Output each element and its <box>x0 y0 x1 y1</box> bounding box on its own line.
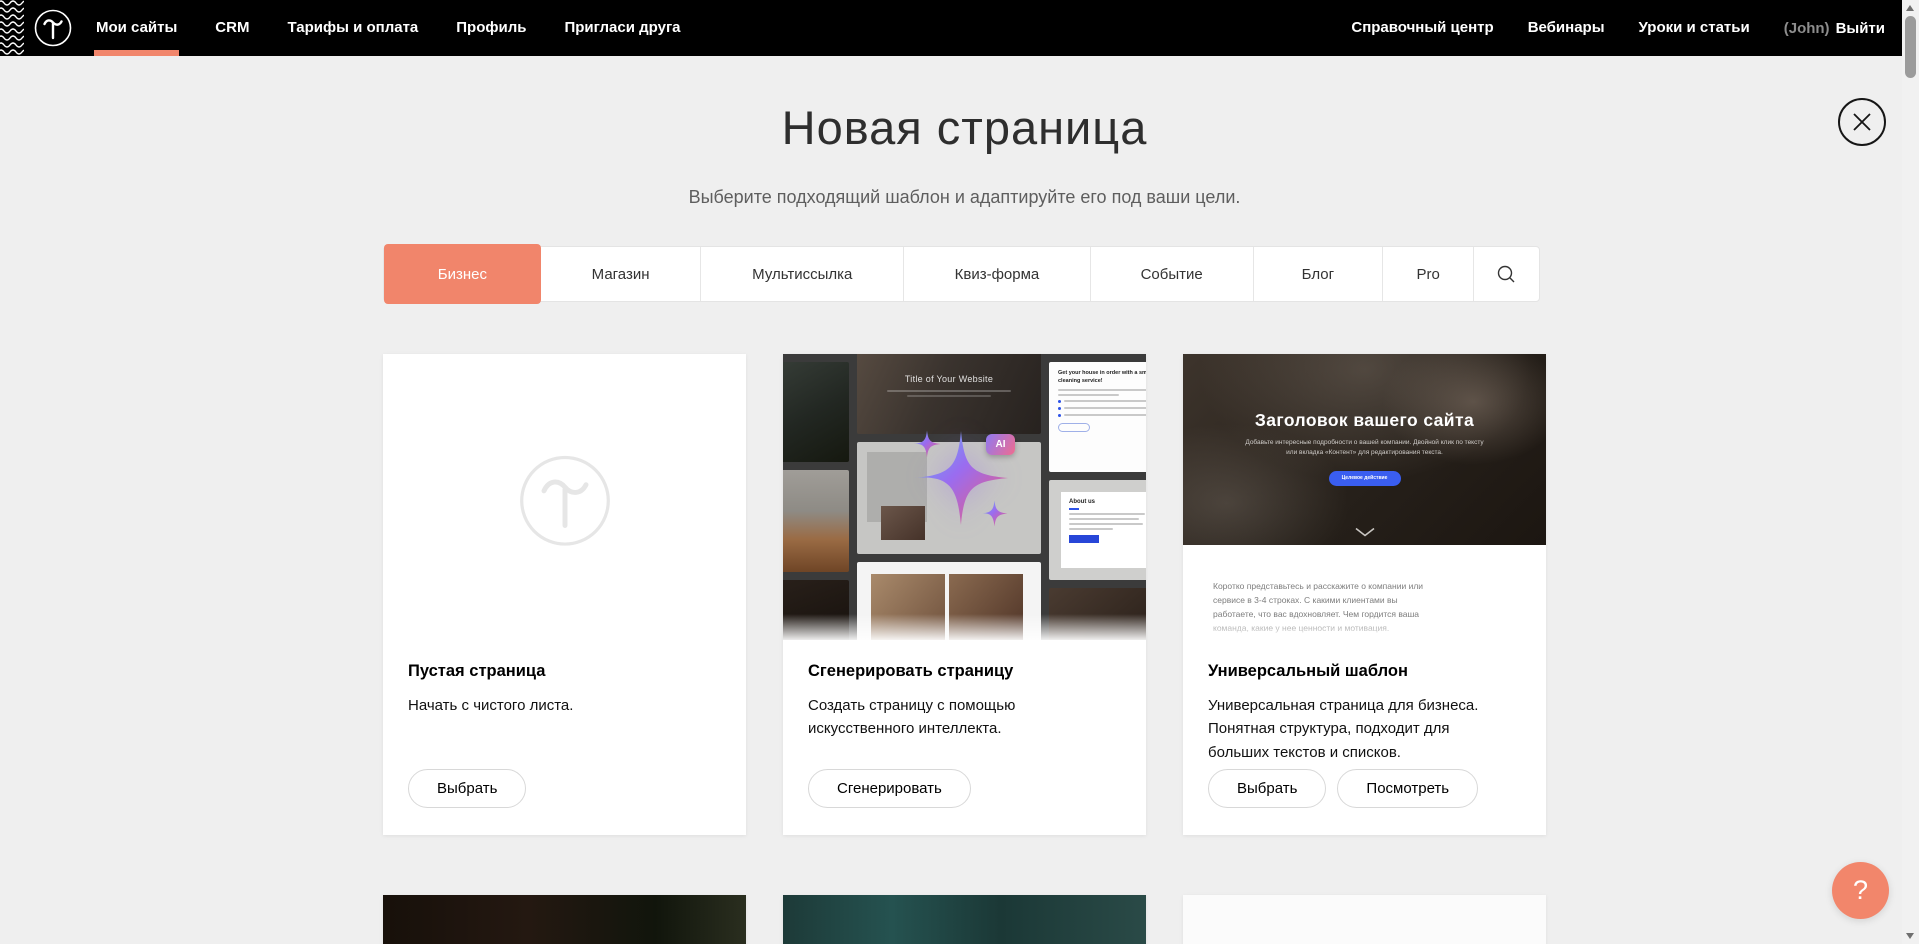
tab-business[interactable]: Бизнес <box>384 244 541 304</box>
template-hero-subtitle: Добавьте интересные подробности о вашей … <box>1240 438 1490 459</box>
collage-tile-desk <box>783 362 849 462</box>
template-category-tabs: Бизнес Магазин Мультиссылка Квиз-форма С… <box>383 246 1540 302</box>
website-collage: Title of Your Website Get your house in … <box>783 354 1146 640</box>
user-label: (John) Выйти <box>1784 20 1885 37</box>
template-hero: Заголовок вашего сайта Добавьте интересн… <box>1183 354 1546 545</box>
tab-quiz-form[interactable]: Квиз-форма <box>903 247 1090 301</box>
collage-fade <box>783 614 1146 640</box>
tab-event[interactable]: Событие <box>1090 247 1253 301</box>
top-navbar: Мои сайты CRM Тарифы и оплата Профиль Пр… <box>0 0 1919 56</box>
bullet-row <box>1058 407 1146 410</box>
card-title: Сгенерировать страницу <box>808 662 1121 681</box>
search-icon <box>1496 264 1517 285</box>
nav-left-menu: Мои сайты CRM Тарифы и оплата Профиль Пр… <box>96 0 681 56</box>
nav-item-tariffs[interactable]: Тарифы и оплата <box>287 0 418 56</box>
username: (John) <box>1784 20 1830 37</box>
ai-preview: Title of Your Website Get your house in … <box>783 354 1146 640</box>
card-body: Сгенерировать страницу Создать страницу … <box>783 640 1146 835</box>
collage-tile-hero: Title of Your Website <box>857 354 1041 434</box>
tab-pro[interactable]: Pro <box>1382 247 1473 301</box>
page-title: Новая страница <box>383 100 1546 155</box>
card-title: Универсальный шаблон <box>1208 662 1521 681</box>
collage-about-heading: About us <box>1069 499 1146 505</box>
about-card: About us <box>1061 492 1146 568</box>
choose-button[interactable]: Выбрать <box>1208 769 1326 808</box>
text-line <box>1069 528 1113 530</box>
template-hero-title: Заголовок вашего сайта <box>1183 410 1546 431</box>
card-template-light[interactable] <box>1183 895 1546 944</box>
accent-underline <box>1069 508 1079 510</box>
collage-tile-livingroom <box>783 470 849 572</box>
main-content: Новая страница Выберите подходящий шабло… <box>383 56 1546 944</box>
collage-tile-cleaning: Get your house in order with a smart cle… <box>1049 362 1146 472</box>
nav-item-help-center[interactable]: Справочный центр <box>1351 0 1493 56</box>
card-body: Пустая страница Начать с чистого листа. … <box>383 640 746 835</box>
collage-hero-title: Title of Your Website <box>857 374 1041 384</box>
card-actions: Сгенерировать <box>808 769 1121 808</box>
close-button[interactable] <box>1838 98 1886 146</box>
card-universal-template[interactable]: Заголовок вашего сайта Добавьте интересн… <box>1183 354 1546 835</box>
card-description: Универсальная страница для бизнеса. Поня… <box>1208 694 1508 764</box>
tilda-logo[interactable] <box>34 9 72 47</box>
tilda-watermark-icon <box>518 454 612 548</box>
nav-right-menu: Справочный центр Вебинары Уроки и статьи… <box>1351 0 1885 56</box>
card-actions: Выбрать Посмотреть <box>1208 769 1521 808</box>
close-icon <box>1840 100 1884 144</box>
template-preview: Заголовок вашего сайта Добавьте интересн… <box>1183 354 1546 640</box>
tab-blog[interactable]: Блог <box>1253 247 1383 301</box>
mini-button-blue <box>1069 535 1099 543</box>
card-template-teal[interactable] <box>783 895 1146 944</box>
bullet-row <box>1058 414 1146 417</box>
chevron-down-icon <box>1354 527 1376 537</box>
card-template-dark[interactable] <box>383 895 746 944</box>
text-line <box>1069 518 1139 520</box>
text-line <box>1058 389 1146 391</box>
ai-badge: AI <box>986 434 1015 455</box>
nav-item-lessons[interactable]: Уроки и статьи <box>1639 0 1750 56</box>
scroll-down-arrow-icon[interactable] <box>1906 933 1914 939</box>
collage-tile-about: About us <box>1049 480 1146 580</box>
nav-item-profile[interactable]: Профиль <box>456 0 526 56</box>
nav-item-webinars[interactable]: Вебинары <box>1528 0 1605 56</box>
card-blank-page[interactable]: Пустая страница Начать с чистого листа. … <box>383 354 746 835</box>
card-description: Начать с чистого листа. <box>408 694 708 717</box>
nav-item-my-sites[interactable]: Мои сайты <box>96 0 177 56</box>
template-body: Коротко представьтесь и расскажите о ком… <box>1183 545 1546 640</box>
card-actions: Выбрать <box>408 769 721 808</box>
preview-button[interactable]: Посмотреть <box>1337 769 1478 808</box>
generate-button[interactable]: Сгенерировать <box>808 769 971 808</box>
zigzag-pattern-icon <box>0 0 24 56</box>
sparkle-small-icon <box>981 500 1008 527</box>
text-line <box>1069 523 1143 525</box>
mini-button <box>1058 423 1090 432</box>
choose-button[interactable]: Выбрать <box>408 769 526 808</box>
card-body: Универсальный шаблон Универсальная стран… <box>1183 640 1546 835</box>
tab-search[interactable] <box>1473 247 1539 301</box>
scroll-up-arrow-icon[interactable] <box>1906 5 1914 11</box>
text-line <box>1069 513 1145 515</box>
collage-hero-line <box>907 395 991 397</box>
scrollbar-thumb[interactable] <box>1905 16 1916 78</box>
card-title: Пустая страница <box>408 662 721 681</box>
bullet-row <box>1058 400 1146 403</box>
text-line <box>1058 394 1119 396</box>
tab-multilink[interactable]: Мультиссылка <box>700 247 903 301</box>
template-cta-button: Целевое действие <box>1329 471 1401 486</box>
scrollbar[interactable] <box>1902 0 1919 944</box>
templates-row-2 <box>383 895 1546 944</box>
tab-shop[interactable]: Магазин <box>541 247 701 301</box>
card-generate-ai[interactable]: Title of Your Website Get your house in … <box>783 354 1146 835</box>
page-subtitle: Выберите подходящий шаблон и адаптируйте… <box>383 187 1546 208</box>
collage-cleaning-heading: Get your house in order with a smart cle… <box>1058 370 1146 386</box>
logout-link[interactable]: Выйти <box>1836 20 1885 37</box>
card-description: Создать страницу с помощью искусственног… <box>808 694 1058 741</box>
collage-hero-line <box>887 390 1011 392</box>
templates-row-1: Пустая страница Начать с чистого листа. … <box>383 354 1546 835</box>
help-button[interactable]: ? <box>1832 862 1889 919</box>
nav-item-crm[interactable]: CRM <box>215 0 249 56</box>
nav-item-invite-friend[interactable]: Пригласи друга <box>564 0 680 56</box>
template-fade <box>1183 618 1546 640</box>
blank-page-preview <box>383 354 746 640</box>
